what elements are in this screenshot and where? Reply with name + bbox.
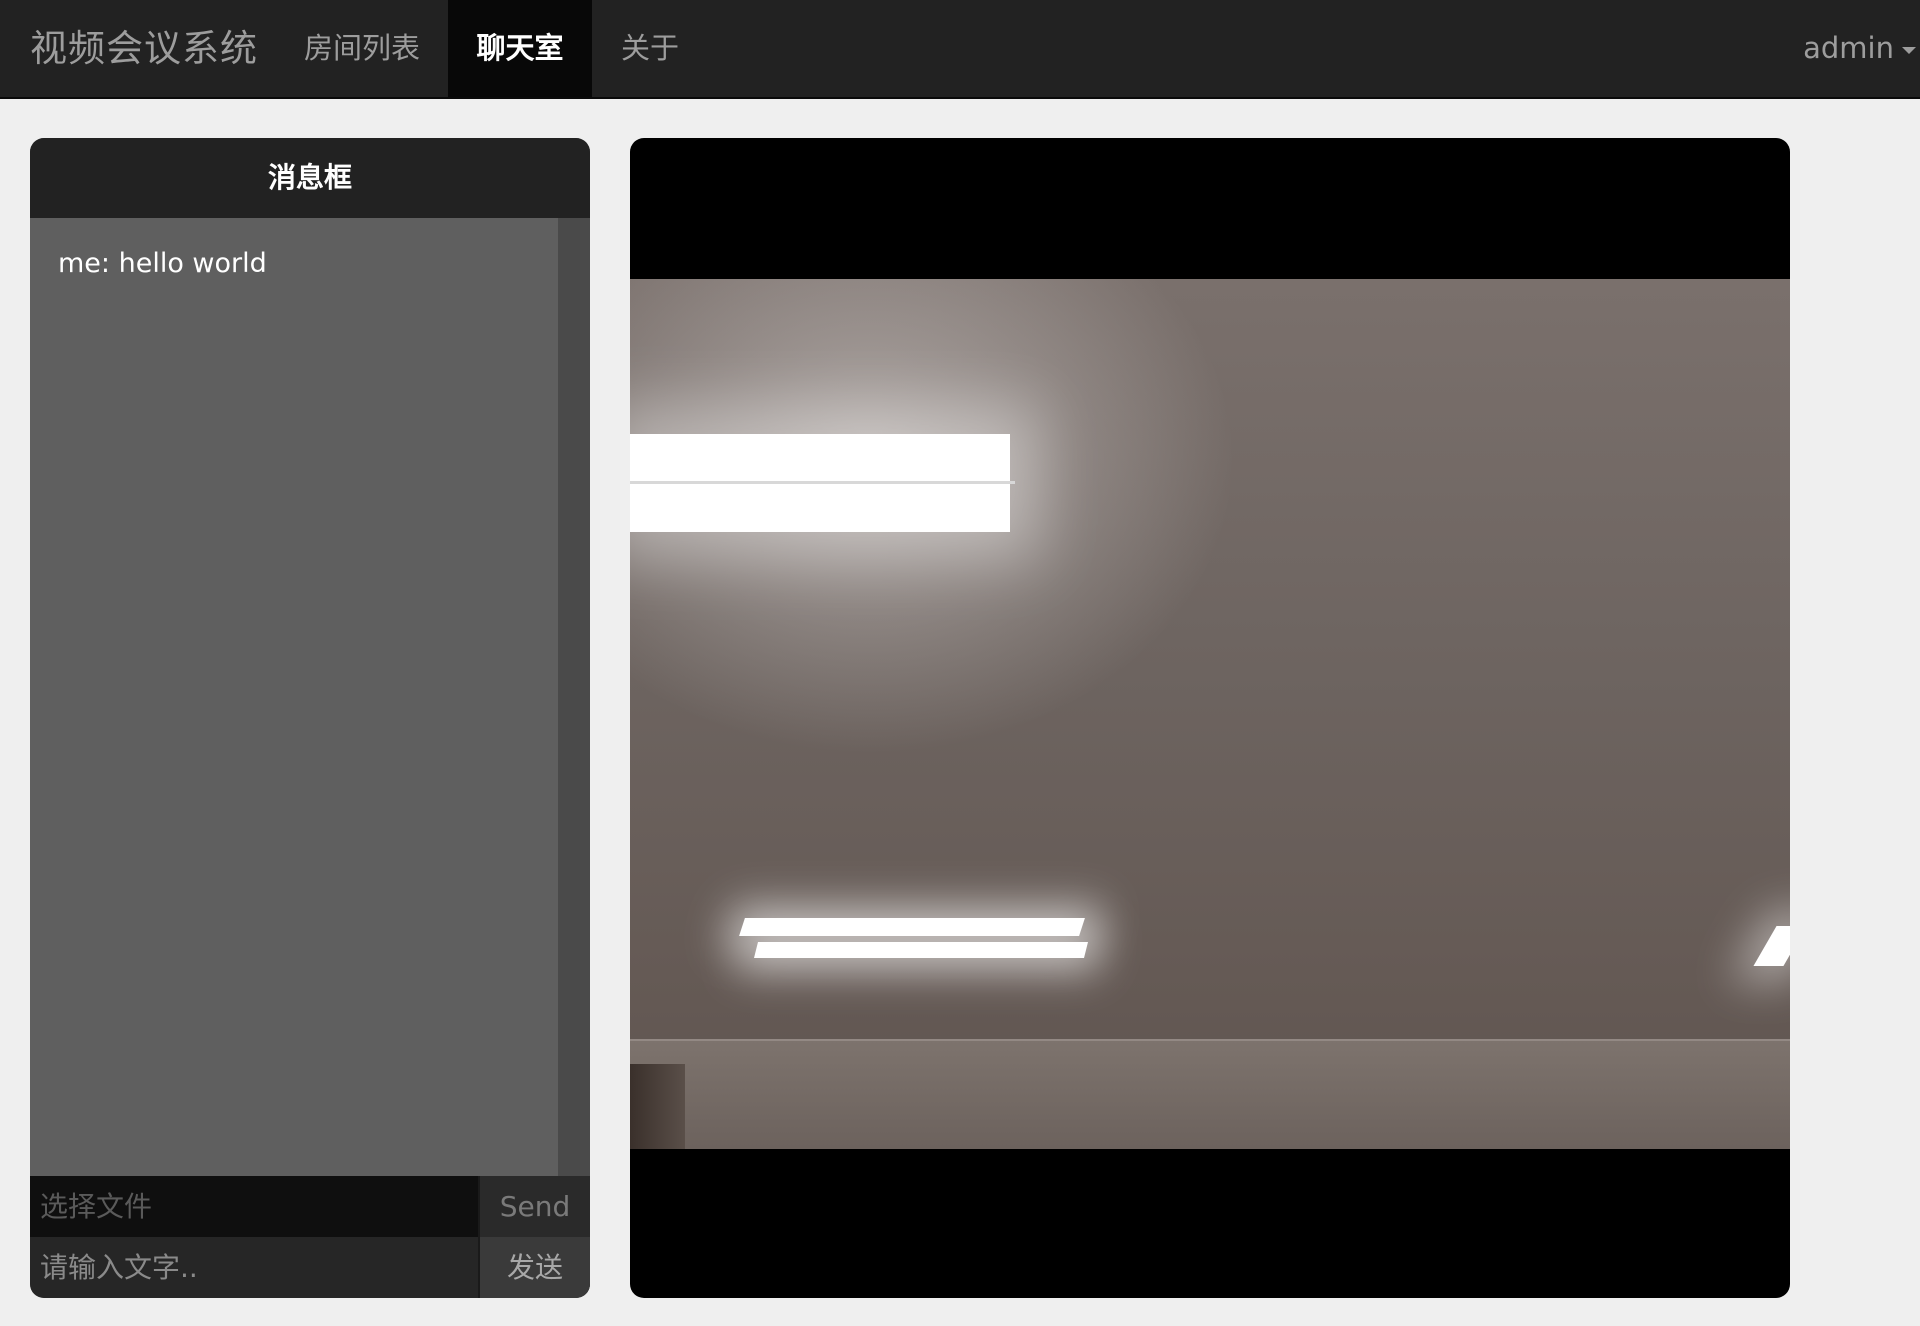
wall bbox=[630, 1041, 1790, 1149]
message-input-row: 请输入文字.. 发送 bbox=[30, 1237, 590, 1298]
nav-item-chat-room[interactable]: 聊天室 bbox=[448, 0, 592, 97]
door-frame bbox=[630, 1064, 685, 1149]
ceiling-light bbox=[754, 942, 1088, 958]
file-upload-row: 选择文件 Send bbox=[30, 1176, 590, 1237]
user-name: admin bbox=[1803, 31, 1894, 65]
chat-message-list: me: hello world bbox=[30, 218, 558, 1176]
send-message-button[interactable]: 发送 bbox=[478, 1237, 590, 1298]
caret-down-icon bbox=[1902, 46, 1916, 54]
video-stream bbox=[630, 279, 1790, 1149]
nav-item-about[interactable]: 关于 bbox=[598, 0, 702, 97]
message-text-input[interactable]: 请输入文字.. bbox=[30, 1237, 478, 1298]
top-navbar: 视频会议系统 房间列表 聊天室 关于 admin bbox=[0, 0, 1920, 99]
chat-scrollbar[interactable] bbox=[558, 218, 590, 1176]
user-menu-dropdown[interactable]: admin bbox=[1803, 0, 1920, 97]
chat-panel-title: 消息框 bbox=[30, 138, 590, 218]
brand-title[interactable]: 视频会议系统 bbox=[30, 0, 258, 97]
ceiling-light bbox=[1753, 926, 1790, 966]
chat-message: me: hello world bbox=[58, 248, 267, 279]
video-panel[interactable] bbox=[630, 138, 1790, 1298]
ceiling-light-divider bbox=[630, 481, 1015, 484]
chat-panel: 消息框 me: hello world 选择文件 Send 请输入文字.. 发送 bbox=[30, 138, 590, 1298]
file-select-input[interactable]: 选择文件 bbox=[30, 1176, 478, 1237]
ceiling-light bbox=[739, 918, 1085, 936]
nav-item-room-list[interactable]: 房间列表 bbox=[282, 0, 442, 97]
send-file-button[interactable]: Send bbox=[478, 1176, 590, 1237]
